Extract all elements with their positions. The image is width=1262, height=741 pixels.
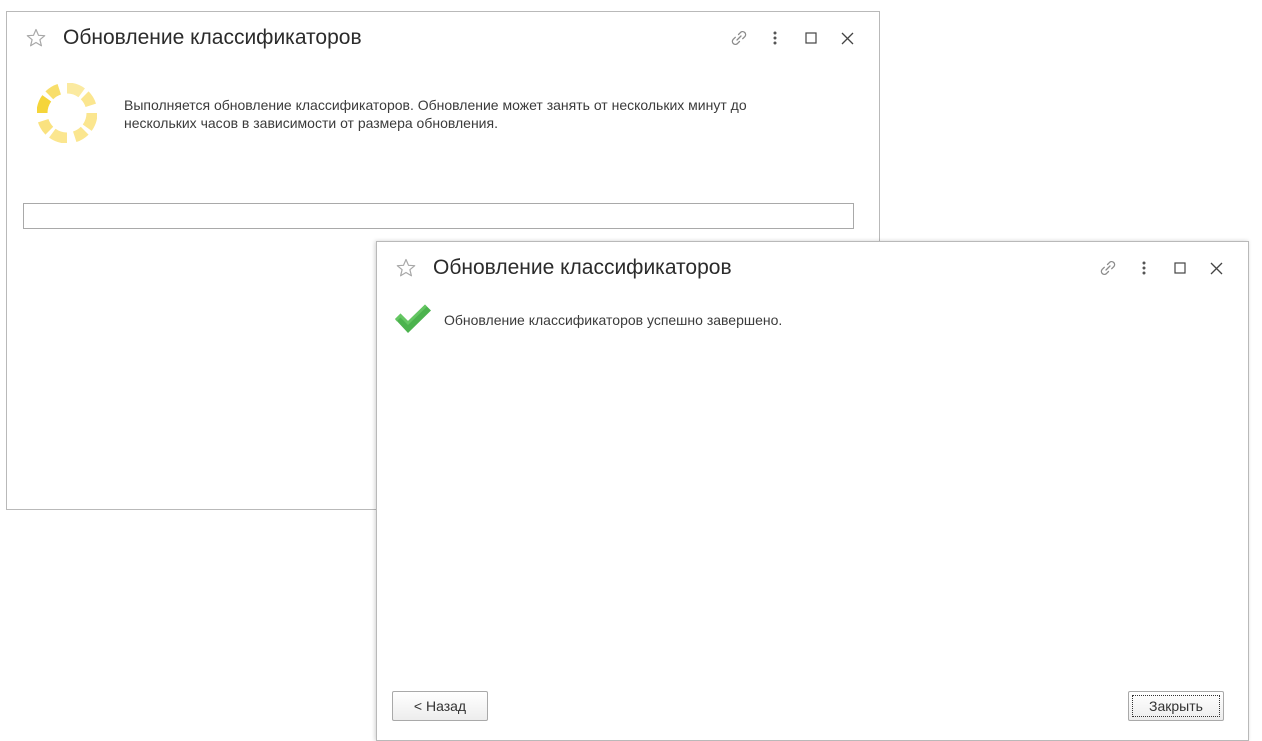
spinner-icon xyxy=(37,83,97,143)
more-icon[interactable] xyxy=(757,26,793,50)
maximize-icon[interactable] xyxy=(1162,256,1198,280)
check-icon xyxy=(395,304,431,333)
star-icon[interactable] xyxy=(396,258,416,278)
window-title: Обновление классификаторов xyxy=(433,256,732,279)
title-bar: Обновление классификаторов xyxy=(7,12,879,68)
progress-bar xyxy=(23,203,854,229)
window-title: Обновление классификаторов xyxy=(63,26,362,49)
link-icon[interactable] xyxy=(721,26,757,50)
close-button[interactable]: Закрыть xyxy=(1128,691,1224,721)
star-icon[interactable] xyxy=(26,28,46,48)
back-button[interactable]: < Назад xyxy=(392,691,488,721)
status-message: Выполняется обновление классификаторов. … xyxy=(124,97,747,131)
more-icon[interactable] xyxy=(1126,256,1162,280)
close-icon[interactable] xyxy=(1198,256,1234,280)
title-bar: Обновление классификаторов xyxy=(377,242,1248,298)
status-message: Обновление классификаторов успешно завер… xyxy=(444,312,783,328)
foreground-window: Обновление классификаторов Обновление кл… xyxy=(376,241,1249,741)
close-icon[interactable] xyxy=(829,26,865,50)
maximize-icon[interactable] xyxy=(793,26,829,50)
close-button-label: Закрыть xyxy=(1132,695,1220,717)
link-icon[interactable] xyxy=(1090,256,1126,280)
